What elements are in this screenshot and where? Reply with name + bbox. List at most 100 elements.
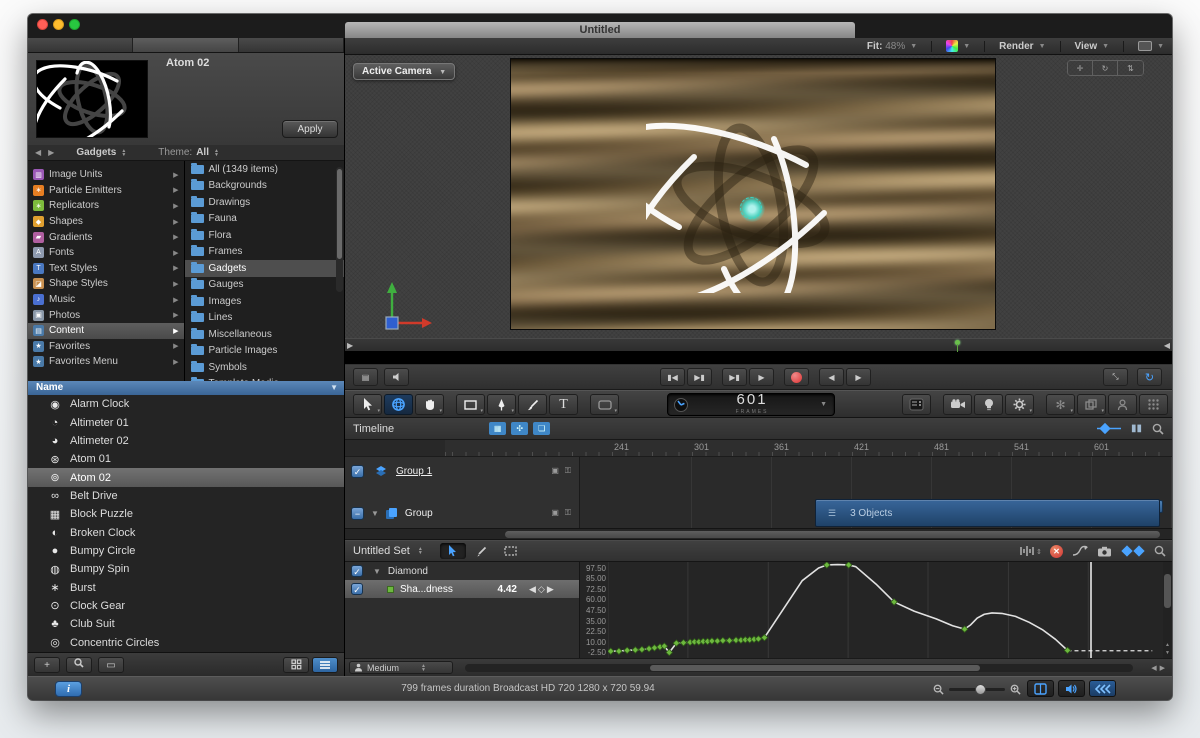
- render-quality-dropdown[interactable]: Medium ▲▼: [349, 661, 453, 674]
- library-item[interactable]: ◎ Concentric Circles: [28, 633, 344, 651]
- theme-dropdown[interactable]: All: [196, 147, 209, 158]
- transform-3d-tool-button[interactable]: [384, 394, 413, 415]
- behavior-toggle-icon[interactable]: ▣: [551, 466, 559, 476]
- library-item[interactable]: ◍ Bumpy Spin: [28, 560, 344, 578]
- minimize-button[interactable]: [53, 19, 64, 30]
- close-button[interactable]: [37, 19, 48, 30]
- window-layout-menu[interactable]: ▼: [1138, 41, 1164, 51]
- category-row[interactable]: ♪ Music ▶: [28, 292, 184, 308]
- keyframe-diamond[interactable]: [632, 647, 638, 653]
- video-viewport[interactable]: [510, 58, 996, 330]
- show-audio-button[interactable]: [1058, 680, 1085, 697]
- mini-timeline-scrubber[interactable]: ▶ ◀: [345, 338, 1172, 352]
- play-button[interactable]: ▶: [749, 368, 774, 386]
- curve-graph[interactable]: [608, 562, 1155, 658]
- folder-scrollbar[interactable]: [336, 167, 343, 292]
- current-frame-display[interactable]: 601FRAMES ▼: [667, 393, 835, 416]
- panel-tab[interactable]: [133, 38, 238, 52]
- category-row[interactable]: ∗ Particle Emitters ▶: [28, 183, 184, 199]
- fit-menu[interactable]: Fit: 48% ▼: [867, 41, 917, 52]
- animation-curve[interactable]: [611, 565, 1068, 653]
- folder-row[interactable]: Gauges: [185, 277, 345, 294]
- folder-row[interactable]: Particle Images: [185, 343, 345, 360]
- category-row[interactable]: ◪ Shape Styles ▶: [28, 276, 184, 292]
- emitter-button[interactable]: ✻▾: [1046, 394, 1075, 415]
- add-button[interactable]: +: [34, 657, 60, 673]
- lock-icon[interactable]: ⚿: [565, 466, 571, 476]
- layout-grid-button[interactable]: [1139, 394, 1168, 415]
- record-button[interactable]: [784, 368, 809, 386]
- behaviors-button[interactable]: ▾: [1005, 394, 1034, 415]
- edit-keyframes-tool[interactable]: [440, 543, 466, 559]
- library-item[interactable]: ◕ Altimeter 02: [28, 432, 344, 450]
- dolly-view-button[interactable]: ⇅: [1118, 61, 1143, 75]
- category-row[interactable]: T Text Styles ▶: [28, 261, 184, 277]
- new-camera-button[interactable]: [943, 394, 972, 415]
- category-row[interactable]: ∗ Replicators ▶: [28, 198, 184, 214]
- hud-button[interactable]: [902, 394, 931, 415]
- zoom-slider-thumb[interactable]: [975, 684, 986, 695]
- icon-view-button[interactable]: [283, 657, 309, 673]
- select-tool-button[interactable]: ▾: [353, 394, 382, 415]
- list-view-button[interactable]: [312, 657, 338, 673]
- previous-frame-button[interactable]: ◀: [819, 368, 844, 386]
- show-minitimeline-button[interactable]: ▤: [353, 368, 378, 386]
- show-masks-icon[interactable]: ▦: [489, 422, 506, 435]
- title-bar[interactable]: Untitled: [28, 14, 1172, 38]
- snapping-icon[interactable]: ⇕: [1019, 545, 1041, 557]
- apply-button[interactable]: Apply: [282, 120, 338, 138]
- info-button[interactable]: i: [55, 681, 82, 697]
- keyframe-nav[interactable]: ◀◇▶: [529, 584, 556, 595]
- category-row[interactable]: ◆ Shapes ▶: [28, 214, 184, 230]
- stepper-icon[interactable]: ▲▼: [121, 149, 126, 157]
- play-from-start-button[interactable]: ▶▮: [722, 368, 747, 386]
- param-value[interactable]: 4.42: [473, 584, 517, 595]
- category-row[interactable]: ▰ Gradients ▶: [28, 229, 184, 245]
- selection-ring[interactable]: [740, 197, 762, 219]
- folder-row[interactable]: Backgrounds: [185, 178, 345, 195]
- category-row[interactable]: ★ Favorites ▶: [28, 339, 184, 355]
- folder-row[interactable]: Lines: [185, 310, 345, 327]
- library-item[interactable]: ◔ Altimeter 01: [28, 413, 344, 431]
- library-item[interactable]: ⊚ Atom 02: [28, 468, 344, 486]
- keyframe-diamond[interactable]: [608, 648, 614, 654]
- next-frame-button[interactable]: ▶: [846, 368, 871, 386]
- stepper-icon[interactable]: ▲▼: [214, 149, 219, 157]
- curve-param-row[interactable]: ✓ Sha...dness 4.42 ◀◇▶: [345, 580, 579, 598]
- folder-row[interactable]: Symbols: [185, 359, 345, 376]
- out-point-marker[interactable]: ◀: [1164, 341, 1170, 350]
- name-column-header[interactable]: Name ▼: [28, 381, 344, 395]
- disclosure-triangle[interactable]: ▼: [373, 567, 381, 576]
- mini-timeline-track[interactable]: [345, 352, 1172, 365]
- category-row[interactable]: ▥ Image Units ▶: [28, 167, 184, 183]
- preview-toggle-button[interactable]: ▭: [98, 657, 124, 673]
- keyframe-diamond[interactable]: [680, 640, 686, 646]
- disclosure-triangle[interactable]: ▼: [371, 509, 379, 518]
- category-dropdown[interactable]: Gadgets: [76, 147, 116, 158]
- scroll-up-arrow[interactable]: ▲: [1165, 642, 1170, 648]
- go-to-end-button[interactable]: ▶▮: [687, 368, 712, 386]
- keyframe-diamond[interactable]: [720, 637, 726, 643]
- category-row[interactable]: ▤ Content ▶: [28, 323, 184, 339]
- zoom-slider[interactable]: [949, 688, 1005, 691]
- show-timeline-button[interactable]: [1027, 680, 1054, 697]
- mute-button[interactable]: [384, 368, 409, 386]
- stepper-icon[interactable]: ▲▼: [418, 547, 423, 555]
- category-row[interactable]: ★ Favorites Menu ▶: [28, 354, 184, 370]
- search-button[interactable]: [66, 657, 92, 673]
- category-row[interactable]: A Fonts ▶: [28, 245, 184, 261]
- fit-curve-icon[interactable]: [1072, 545, 1088, 557]
- show-keyframes-icon[interactable]: [1097, 423, 1121, 434]
- library-item[interactable]: ∗ Burst: [28, 578, 344, 596]
- library-item[interactable]: ∞ Belt Drive: [28, 487, 344, 505]
- library-item[interactable]: ◉ Alarm Clock: [28, 395, 344, 413]
- library-item[interactable]: ◐ Broken Clock: [28, 523, 344, 541]
- library-item[interactable]: ⊙ Clock Gear: [28, 597, 344, 615]
- rectangle-tool-button[interactable]: ▾: [456, 394, 485, 415]
- canvas[interactable]: Active Camera ▼ ✛ ↻ ⇅: [345, 55, 1172, 338]
- pan-tool-button[interactable]: ▾: [415, 394, 444, 415]
- forward-arrow-icon[interactable]: ▶: [48, 148, 54, 157]
- activation-checkbox-mixed[interactable]: −: [351, 507, 364, 520]
- folder-row[interactable]: Drawings: [185, 194, 345, 211]
- timeline-horizontal-scrollbar[interactable]: [345, 528, 1172, 540]
